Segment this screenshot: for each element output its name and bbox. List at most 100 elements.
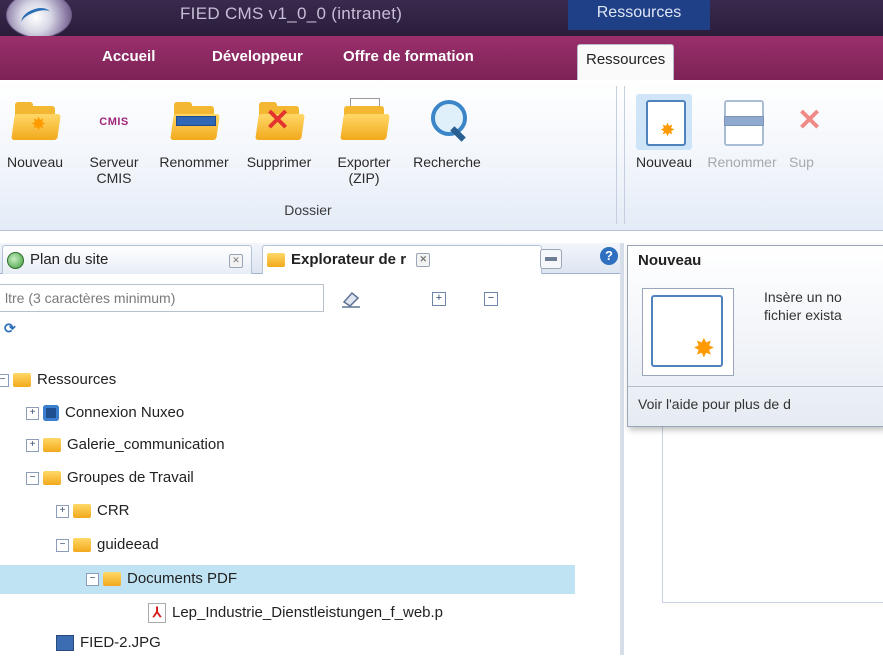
tree-node-groupes-de-travail[interactable]: − Groupes de Travail — [26, 465, 194, 491]
tab-offre-de-formation[interactable]: Offre de formation — [343, 48, 474, 65]
export-zip-icon — [336, 94, 392, 150]
folder-icon — [13, 373, 31, 388]
folder-icon — [73, 504, 91, 519]
delete-folder-icon: ✕ — [251, 94, 307, 150]
tooltip-nouveau: Nouveau ✸ Insère un no fichier exista Vo… — [627, 245, 883, 427]
export-zip-button[interactable]: Exporter (ZIP) — [322, 94, 406, 186]
right-panel — [662, 425, 883, 603]
tree-node-pdf-file[interactable]: ⅄ Lep_Industrie_Dienstleistungen_f_web.p — [148, 600, 580, 626]
tooltip-description: Insère un no fichier exista — [764, 288, 883, 324]
collapse-icon[interactable]: − — [86, 572, 99, 586]
collapse-all-button[interactable]: − — [484, 292, 498, 306]
search-button[interactable]: Recherche — [404, 94, 490, 170]
folder-icon — [43, 438, 61, 453]
collapse-icon[interactable]: − — [0, 373, 9, 387]
new-folder-label: Nouveau — [6, 154, 64, 170]
folder-icon — [267, 253, 285, 268]
tab-explorateur[interactable]: Explorateur de r ✕ — [262, 245, 542, 274]
expand-icon[interactable]: + — [26, 406, 39, 420]
delete-file-icon: ✕ — [797, 104, 823, 137]
tooltip-title: Nouveau — [638, 252, 702, 269]
tree-node-fied-2-jpg[interactable]: FIED-2.JPG — [56, 630, 161, 656]
panel-tab-bar: Plan du site ✕ Explorateur de r ✕ ? — [0, 243, 620, 274]
new-file-icon: ✸ — [636, 94, 692, 150]
plus-icon: + — [435, 292, 443, 304]
app-title: FIED CMS v1_0_0 (intranet) — [180, 4, 403, 23]
folder-icon — [103, 572, 121, 587]
close-icon[interactable]: ✕ — [416, 253, 431, 268]
tab-list-button[interactable] — [540, 249, 562, 269]
ribbon-group-label-dossier: Dossier — [284, 202, 332, 218]
rename-folder-label: Renommer — [159, 154, 229, 170]
rename-folder-icon — [166, 94, 222, 150]
delete-file-label: Sup — [789, 154, 814, 170]
new-folder-icon: ✸ — [7, 94, 63, 150]
delete-folder-label: Supprimer — [246, 154, 312, 170]
cmis-icon: CMIS — [99, 116, 129, 128]
tab-explorateur-label: Explorateur de r — [291, 251, 407, 268]
search-label: Recherche — [413, 154, 481, 170]
rename-folder-button[interactable]: Renommer — [152, 94, 236, 170]
cmis-server-label: Serveur CMIS — [89, 154, 139, 186]
tooltip-line-2: fichier exista — [764, 307, 842, 323]
tab-plan-du-site-label: Plan du site — [30, 251, 109, 268]
rename-file-button[interactable]: Renommer — [697, 94, 787, 170]
tree-node-crr[interactable]: + CRR — [56, 498, 130, 524]
tab-plan-du-site[interactable]: Plan du site ✕ — [2, 245, 252, 274]
refresh-icon[interactable]: ⟳ — [4, 320, 16, 337]
filter-input[interactable] — [0, 284, 324, 312]
tree-node-label: Groupes de Travail — [67, 469, 194, 486]
new-file-large-icon: ✸ — [642, 288, 734, 376]
tab-accueil[interactable]: Accueil — [102, 48, 155, 65]
expand-all-button[interactable]: + — [432, 292, 446, 306]
export-zip-label: Exporter (ZIP) — [337, 154, 391, 186]
image-icon — [56, 635, 74, 652]
pane-splitter[interactable] — [620, 243, 624, 655]
tree-node-ressources[interactable]: − Ressources — [0, 367, 116, 393]
tooltip-line-1: Insère un no — [764, 289, 842, 305]
filter-toolbar: + − — [0, 284, 620, 316]
expand-icon[interactable]: + — [26, 438, 39, 452]
title-bar: FIED CMS v1_0_0 (intranet) Ressources — [0, 0, 883, 38]
cmis-server-button[interactable]: CMIS Serveur CMIS — [74, 94, 154, 186]
delete-folder-button[interactable]: ✕ Supprimer — [236, 94, 322, 170]
new-file-button[interactable]: ✸ Nouveau — [631, 94, 697, 170]
contextual-tab-group-title: Ressources — [568, 0, 710, 30]
ribbon-tab-bar: Accueil Développeur Offre de formation R… — [0, 36, 883, 81]
app-logo-icon — [18, 4, 54, 31]
app-menu-button[interactable] — [6, 0, 72, 38]
tree-node-galerie-communication[interactable]: + Galerie_communication — [26, 432, 225, 458]
new-folder-button[interactable]: ✸ Nouveau — [4, 94, 66, 170]
tree-node-label: FIED-2.JPG — [80, 634, 161, 651]
tree-node-label: Ressources — [37, 371, 117, 388]
expand-icon[interactable]: + — [56, 504, 69, 518]
tab-ressources[interactable]: Ressources — [577, 44, 675, 81]
tree-node-label: Galerie_communication — [67, 436, 225, 453]
collapse-icon[interactable]: − — [26, 471, 39, 485]
tree-node-guideead[interactable]: − guideead — [56, 532, 159, 558]
new-file-label: Nouveau — [635, 154, 693, 170]
help-button[interactable]: ? — [600, 247, 618, 265]
tree-node-documents-pdf[interactable]: − Documents PDF — [86, 566, 237, 592]
folder-icon — [43, 471, 61, 486]
eraser-icon — [342, 291, 360, 308]
minus-icon: − — [487, 292, 495, 304]
globe-icon — [7, 251, 24, 269]
collapse-icon[interactable]: − — [56, 538, 69, 552]
tree-node-connexion-nuxeo[interactable]: + Connexion Nuxeo — [26, 400, 184, 426]
pdf-icon: ⅄ — [148, 603, 166, 624]
close-icon[interactable]: ✕ — [229, 254, 243, 268]
ribbon: ✸ Nouveau CMIS Serveur CMIS Renommer ✕ S… — [0, 80, 883, 231]
tooltip-help-text: Voir l'aide pour plus de d — [638, 396, 791, 412]
tab-developpeur[interactable]: Développeur — [212, 48, 303, 65]
search-icon — [419, 94, 475, 150]
help-icon: ? — [600, 247, 618, 265]
rename-file-icon — [714, 94, 770, 150]
ribbon-group-fichier: ✸ Nouveau Renommer ✕ Sup — [624, 86, 883, 224]
tree-node-label: Lep_Industrie_Dienstleistungen_f_web.p — [172, 604, 444, 621]
clear-filter-button[interactable] — [340, 290, 360, 308]
nuxeo-icon — [43, 405, 59, 422]
tree-node-label: guideead — [97, 536, 159, 553]
delete-file-button[interactable]: ✕ Sup — [789, 94, 883, 171]
tree-node-label: CRR — [97, 502, 130, 519]
